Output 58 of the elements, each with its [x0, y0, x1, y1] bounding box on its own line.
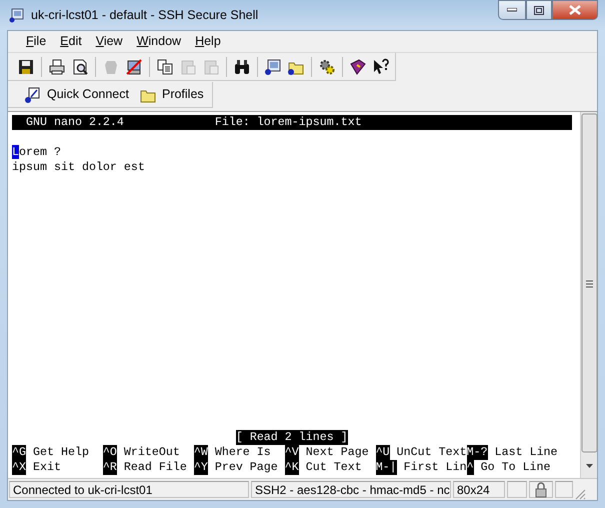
connect-icon	[24, 86, 42, 104]
shortcut-key: ^V	[284, 445, 299, 460]
minimize-icon	[507, 8, 517, 12]
shortcut-label: Where Is	[214, 445, 271, 460]
shortcut-key: ^G	[12, 445, 26, 460]
minimize-button[interactable]	[498, 0, 526, 20]
shortcut-key: ^X	[12, 460, 26, 475]
maximize-icon	[534, 6, 544, 14]
close-icon	[569, 5, 581, 15]
file-name: File: lorem-ipsum.txt	[214, 115, 362, 130]
shortcut-key: ^K	[284, 460, 299, 475]
book-button[interactable]	[348, 56, 368, 76]
menu-item[interactable]: Edit	[54, 32, 90, 51]
shortcut-key: ^R	[102, 460, 117, 475]
help-pointer-button[interactable]	[371, 56, 391, 76]
close-button[interactable]	[552, 0, 598, 20]
shortcut-label: Get Help	[32, 445, 89, 460]
shortcut-label: WriteOut	[124, 445, 180, 460]
shortcut-key: ^	[466, 460, 474, 475]
text-line: ipsum sit dolor est	[12, 160, 145, 175]
terminal-crossed-button[interactable]	[124, 56, 144, 76]
shortcut-key: M-|	[376, 460, 397, 475]
toolbar-button[interactable]: Profiles	[136, 85, 206, 104]
cipher-status: SSH2 - aes128-cbc - hmac-md5 - nc	[251, 481, 451, 498]
status-panel	[555, 481, 573, 498]
status-message: [ Read 2 lines ]	[236, 430, 348, 445]
shortcut-key: ^W	[194, 445, 208, 460]
shortcut-key: ^Y	[194, 460, 208, 475]
shortcut-label: Next Page	[306, 445, 369, 460]
shortcut-label: Read File	[124, 460, 187, 475]
menu-item[interactable]: View	[90, 32, 131, 51]
shortcut-key: M-?	[466, 445, 488, 460]
connection-status: Connected to uk-cri-lcst01	[9, 481, 249, 498]
shortcut-key: ^O	[102, 445, 117, 460]
shortcut-label: Cut Text	[306, 460, 362, 475]
status-panel	[507, 481, 527, 498]
resize-grip-icon[interactable]	[574, 488, 586, 500]
shortcut-label: Last Line	[494, 445, 558, 460]
shortcut-label: UnCut Text	[396, 445, 467, 460]
maximize-button[interactable]	[526, 0, 552, 20]
toolbar-button[interactable]: Quick Connect	[22, 85, 131, 104]
window-title: uk-cri-lcst01 - default - SSH Secure Shell	[31, 6, 258, 24]
app-icon	[9, 7, 25, 23]
terminal-size: 80x24	[453, 481, 505, 498]
menu-item[interactable]: Window	[130, 32, 190, 51]
text-line: Lorem ?	[12, 145, 61, 160]
shortcut-label: Exit	[32, 460, 61, 475]
shortcut-label: Prev Page	[214, 460, 278, 475]
shortcut-label: Go To Line	[480, 460, 551, 475]
menu-item[interactable]: File	[20, 32, 54, 51]
printer-button[interactable]	[47, 56, 67, 76]
new-terminal-button[interactable]	[263, 56, 283, 76]
copy-button[interactable]	[155, 56, 175, 76]
program-version: GNU nano 2.2.4	[24, 115, 124, 130]
shortcut-key: ^U	[376, 445, 390, 460]
menu-item[interactable]: Help	[189, 32, 229, 51]
lock-icon	[533, 482, 549, 498]
shortcut-label: First Lin	[404, 460, 467, 475]
